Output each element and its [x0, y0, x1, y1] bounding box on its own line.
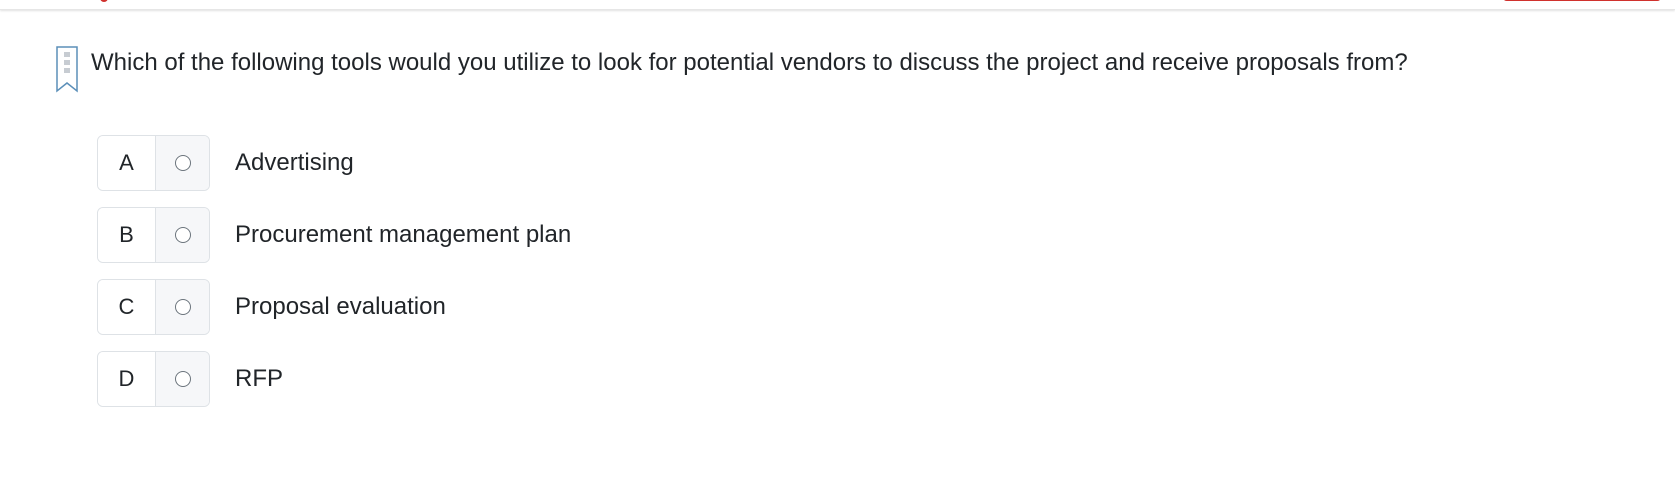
- question-text: Which of the following tools would you u…: [91, 49, 1408, 76]
- option-letter: A: [98, 136, 156, 190]
- option-label[interactable]: RFP: [235, 365, 283, 393]
- option-letter: B: [98, 208, 156, 262]
- radio-cell[interactable]: [156, 280, 209, 334]
- option-d[interactable]: D RFP: [97, 350, 571, 408]
- radio-cell[interactable]: [156, 352, 209, 406]
- option-selector[interactable]: A: [97, 135, 210, 191]
- option-selector[interactable]: D: [97, 351, 210, 407]
- top-toolbar: [0, 0, 1675, 10]
- option-a[interactable]: A Advertising: [97, 134, 571, 192]
- radio-button[interactable]: [174, 371, 191, 387]
- toolbar-button-edge[interactable]: [1503, 0, 1661, 1]
- option-selector[interactable]: B: [97, 207, 210, 263]
- option-selector[interactable]: C: [97, 279, 210, 335]
- radio-button[interactable]: [174, 155, 191, 171]
- question-header: Which of the following tools would you u…: [55, 46, 1408, 94]
- bookmark-icon[interactable]: [55, 46, 79, 94]
- radio-button[interactable]: [174, 227, 191, 243]
- option-c[interactable]: C Proposal evaluation: [97, 278, 571, 336]
- option-label[interactable]: Procurement management plan: [235, 221, 571, 249]
- radio-cell[interactable]: [156, 136, 209, 190]
- radio-button[interactable]: [174, 299, 191, 315]
- option-letter: C: [98, 280, 156, 334]
- option-b[interactable]: B Procurement management plan: [97, 206, 571, 264]
- toolbar-accent-mark: [100, 0, 108, 2]
- radio-cell[interactable]: [156, 208, 209, 262]
- option-letter: D: [98, 352, 156, 406]
- answer-options: A Advertising B Procurement management p…: [97, 134, 571, 422]
- option-label[interactable]: Proposal evaluation: [235, 293, 446, 321]
- option-label[interactable]: Advertising: [235, 149, 354, 177]
